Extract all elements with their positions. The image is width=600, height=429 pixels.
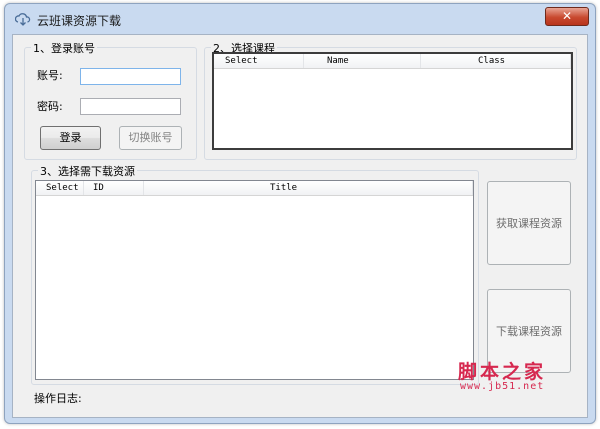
app-icon: [15, 13, 31, 26]
column-header-select[interactable]: Select: [36, 181, 84, 195]
fetch-resources-button[interactable]: 获取课程资源: [487, 181, 571, 265]
resource-group-legend: 3、选择需下载资源: [38, 163, 137, 179]
column-header-name[interactable]: Name: [304, 54, 421, 68]
log-label: 操作日志:: [34, 392, 82, 405]
resource-list-header: Select ID Title: [36, 181, 473, 196]
account-label: 账号:: [37, 69, 63, 82]
close-button[interactable]: ✕: [545, 7, 589, 26]
app-window: 云班课资源下载 ✕ 1、登录账号 账号: 密码: 登录 切换账号 2、选择课程 …: [4, 3, 596, 424]
switch-account-button[interactable]: 切换账号: [119, 126, 182, 150]
login-group: 1、登录账号 账号: 密码: 登录 切换账号: [24, 40, 197, 160]
resource-group: 3、选择需下载资源 Select ID Title: [31, 163, 479, 385]
account-input[interactable]: [80, 68, 181, 85]
column-header-class[interactable]: Class: [421, 54, 571, 68]
column-header-id[interactable]: ID: [84, 181, 144, 195]
column-header-select[interactable]: Select: [214, 54, 304, 68]
client-area: 1、登录账号 账号: 密码: 登录 切换账号 2、选择课程 Select Nam…: [12, 34, 588, 418]
resource-list[interactable]: Select ID Title: [35, 180, 474, 380]
password-input[interactable]: [80, 98, 181, 115]
window-title: 云班课资源下载: [37, 14, 122, 28]
watermark-url: www.jb51.net: [460, 381, 545, 392]
course-group: 2、选择课程 Select Name Class: [204, 40, 577, 160]
title-bar[interactable]: 云班课资源下载 ✕: [5, 4, 595, 34]
course-list-header: Select Name Class: [214, 54, 571, 69]
watermark-text: 脚本之家: [458, 361, 547, 383]
column-header-title[interactable]: Title: [144, 181, 473, 195]
password-label: 密码:: [37, 100, 63, 113]
course-list[interactable]: Select Name Class: [212, 52, 573, 150]
login-group-legend: 1、登录账号: [31, 40, 97, 56]
login-button[interactable]: 登录: [40, 126, 101, 150]
watermark: 脚本之家 www.jb51.net: [454, 357, 574, 397]
close-icon: ✕: [561, 9, 573, 23]
